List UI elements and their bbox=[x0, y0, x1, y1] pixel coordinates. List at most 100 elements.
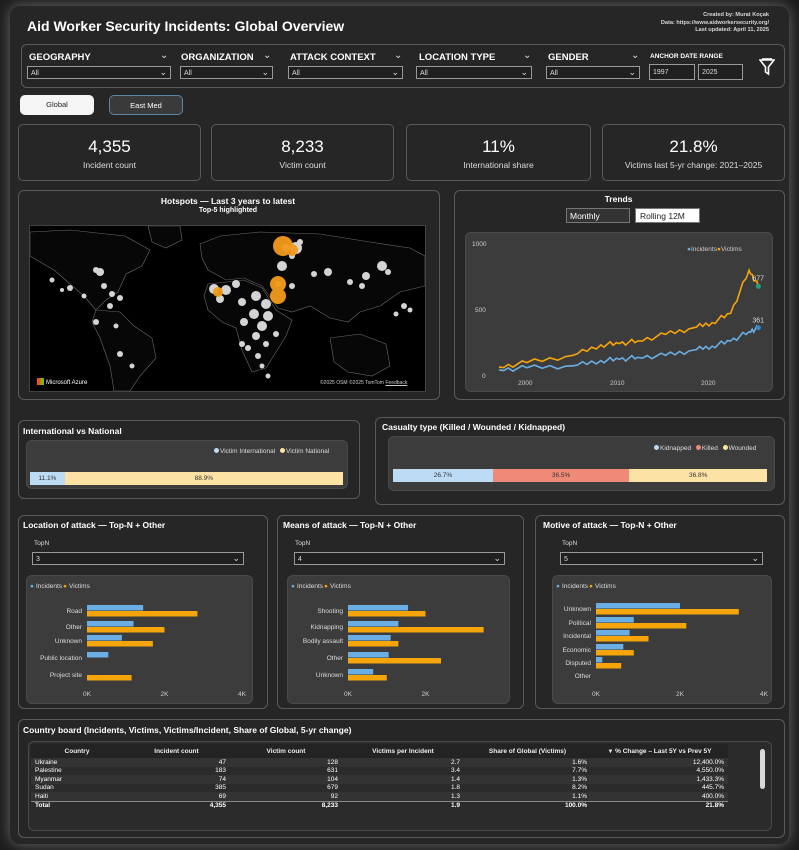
means-topn-select[interactable]: 4 ⌄ bbox=[294, 552, 505, 565]
category-label: Disputed bbox=[565, 660, 591, 667]
cell-incidents: 74 bbox=[123, 775, 230, 784]
victims-bar bbox=[596, 623, 687, 629]
cell-incidents: 4,355 bbox=[123, 800, 230, 810]
cell-change: 4,550.0% bbox=[591, 766, 728, 775]
sort-desc-icon: ▼ bbox=[607, 748, 616, 755]
category-label: Incidental bbox=[563, 633, 591, 640]
legend-dot bbox=[722, 445, 728, 450]
view-global-button[interactable]: Global bbox=[20, 95, 94, 115]
category-label: Unknown bbox=[55, 638, 82, 645]
intl-segment-national: 88.9% bbox=[64, 472, 343, 485]
victims-bar bbox=[87, 627, 165, 633]
cell-ratio: 1.9 bbox=[342, 800, 464, 810]
location-title: Location of attack — Top-N + Other bbox=[23, 520, 166, 530]
category-label: Kidnapping bbox=[310, 624, 343, 631]
chevron-down-icon: ⌄ bbox=[391, 67, 399, 77]
victims-bar bbox=[348, 627, 484, 633]
table-row[interactable]: Palestine 183 631 3.4 7.7% 4,550.0% bbox=[31, 766, 728, 775]
victims-bar bbox=[596, 663, 622, 669]
chevron-down-icon[interactable]: ⌄ bbox=[523, 50, 531, 61]
cell-incidents: 69 bbox=[123, 792, 230, 801]
kpi-label: Victim count bbox=[279, 160, 326, 170]
legend-dot-incidents: ● bbox=[556, 583, 560, 590]
y-tick: 0 bbox=[482, 373, 486, 380]
filter-geography-select[interactable]: All ⌄ bbox=[27, 66, 171, 79]
col-header-country[interactable]: Country bbox=[31, 744, 123, 758]
cell-victims: 104 bbox=[230, 775, 342, 784]
filter-location-type-select[interactable]: All ⌄ bbox=[416, 66, 532, 79]
col-header-incidents[interactable]: Incident count bbox=[123, 744, 230, 758]
incidents-bar bbox=[596, 644, 624, 650]
incidents-bar bbox=[596, 630, 630, 636]
topn-label: TopN bbox=[562, 540, 578, 547]
tab-monthly[interactable]: Monthly bbox=[566, 208, 630, 223]
anchor-to-input[interactable]: 2025 bbox=[698, 64, 743, 80]
col-header-change[interactable]: ▼ % Change – Last 5Y vs Prev 5Y bbox=[591, 744, 728, 758]
intl-legend: Victim International Victim National bbox=[214, 448, 329, 455]
table-row[interactable]: Ukraine 47 128 2.7 1.6% 12,400.0% bbox=[31, 758, 728, 767]
cell-ratio: 1.4 bbox=[342, 775, 464, 784]
credits: Created by: Murat Koçak Data: https://ww… bbox=[661, 12, 769, 35]
table-row[interactable]: Myanmar 74 104 1.4 1.3% 1,433.3% bbox=[31, 775, 728, 784]
cell-change: 445.7% bbox=[591, 783, 728, 792]
filter-organization-select[interactable]: All ⌄ bbox=[180, 66, 273, 79]
intl-stacked-bar: 11.1% 88.9% bbox=[30, 472, 343, 485]
category-label: Other bbox=[66, 624, 83, 631]
anchor-from-input[interactable]: 1997 bbox=[649, 64, 695, 80]
legend-dot-victims: ● bbox=[324, 583, 328, 590]
filter-gender-select[interactable]: All ⌄ bbox=[546, 66, 640, 79]
x-tick: 2K bbox=[676, 691, 685, 698]
cell-country: Sudan bbox=[31, 783, 123, 792]
x-tick: 0K bbox=[344, 691, 353, 698]
y-tick: 1000 bbox=[472, 241, 487, 248]
incidents-end-label: 361 bbox=[752, 318, 764, 325]
motive-topn-select[interactable]: 5 ⌄ bbox=[560, 552, 763, 565]
y-tick: 500 bbox=[475, 307, 486, 314]
cell-share: 8.2% bbox=[464, 783, 591, 792]
hotspot-map[interactable]: Microsoft Azure ©2025 OSM ©2025 TomTom F… bbox=[29, 225, 426, 392]
chevron-down-icon[interactable]: ⌄ bbox=[631, 50, 639, 61]
x-tick: 4K bbox=[238, 691, 247, 698]
chevron-down-icon[interactable]: ⌄ bbox=[160, 50, 168, 61]
table-total-row: Total 4,355 8,233 1.9 100.0% 21.8% bbox=[31, 800, 728, 810]
table-scrollbar[interactable] bbox=[760, 749, 765, 789]
victims-bar bbox=[348, 611, 426, 617]
view-east-med-button[interactable]: East Med bbox=[109, 95, 183, 115]
incidents-bar bbox=[348, 621, 399, 627]
incidents-bar bbox=[87, 635, 122, 641]
victims-bar bbox=[348, 641, 399, 647]
legend-dot bbox=[695, 445, 701, 450]
col-header-victims[interactable]: Victim count bbox=[230, 744, 342, 758]
cell-ratio: 1.8 bbox=[342, 783, 464, 792]
incidents-bar bbox=[87, 621, 134, 627]
legend-dot-incidents: ● bbox=[30, 583, 34, 590]
col-header-victims-per-incident[interactable]: Victims per Incident bbox=[342, 744, 464, 758]
x-tick: 4K bbox=[760, 691, 769, 698]
tab-rolling-12m[interactable]: Rolling 12M bbox=[635, 208, 700, 223]
col-header-share[interactable]: Share of Global (Victims) bbox=[464, 744, 591, 758]
cell-incidents: 385 bbox=[123, 783, 230, 792]
chevron-down-icon[interactable]: ⌄ bbox=[263, 50, 271, 61]
filter-attack-context-select[interactable]: All ⌄ bbox=[288, 66, 403, 79]
cell-incidents: 183 bbox=[123, 766, 230, 775]
kpi-international-share: 11% International share bbox=[406, 124, 591, 181]
country-board-title: Country board (Incidents, Victims, Victi… bbox=[23, 725, 352, 735]
kpi-value: 4,355 bbox=[88, 137, 131, 156]
table-header-row: Country Incident count Victim count Vict… bbox=[31, 744, 728, 758]
victims-bar bbox=[596, 609, 739, 615]
trends-chart: 677 361 ●Incidents ●Victims 1000 500 0 2… bbox=[472, 241, 764, 387]
x-tick: 2K bbox=[161, 691, 170, 698]
chevron-down-icon[interactable]: ⌄ bbox=[394, 50, 402, 61]
table-row[interactable]: Haiti 69 92 1.3 1.1% 400.0% bbox=[31, 792, 728, 801]
table-row[interactable]: Sudan 385 679 1.8 8.2% 445.7% bbox=[31, 783, 728, 792]
victims-series-line bbox=[498, 267, 760, 369]
incidents-series-line bbox=[498, 324, 759, 373]
location-topn-select[interactable]: 3 ⌄ bbox=[32, 552, 244, 565]
filter-clear-icon[interactable] bbox=[758, 58, 776, 81]
x-tick: 0K bbox=[83, 691, 92, 698]
map-subtitle: Top-5 highlighted bbox=[198, 207, 258, 214]
filter-organization-label: ORGANIZATION bbox=[181, 52, 254, 63]
kpi-label: Victims last 5-yr change: 2021–2025 bbox=[624, 160, 763, 170]
cell-victims: 92 bbox=[230, 792, 342, 801]
feedback-link[interactable]: Feedback bbox=[385, 380, 407, 386]
